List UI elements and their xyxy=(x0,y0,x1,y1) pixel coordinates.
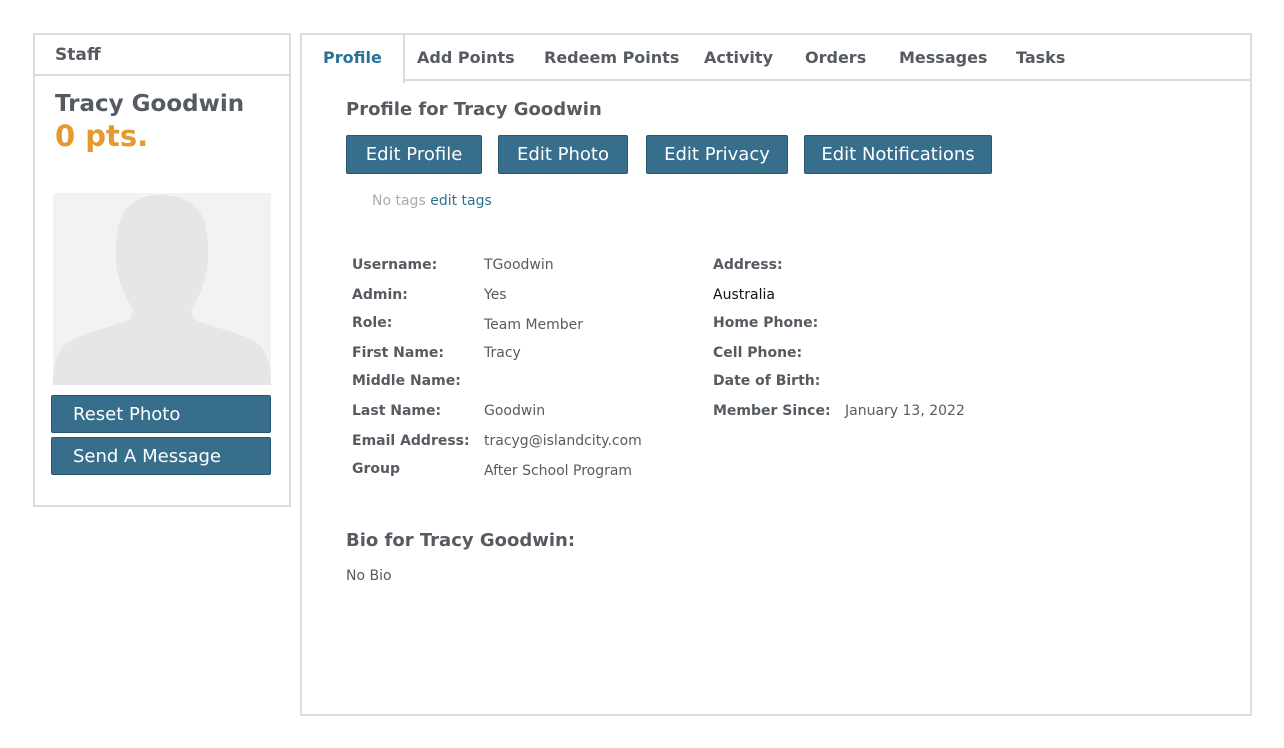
field-label-email: Email Address: xyxy=(352,433,470,449)
field-value-admin: Yes xyxy=(484,287,507,303)
field-value-email: tracyg@islandcity.com xyxy=(484,433,642,449)
field-label-first-name: First Name: xyxy=(352,345,445,361)
field-label-last-name: Last Name: xyxy=(352,403,442,419)
field-label-address: Address: xyxy=(713,257,783,273)
tab-add-points[interactable]: Add Points xyxy=(417,35,515,81)
field-label-home-phone: Home Phone: xyxy=(713,315,819,331)
field-value-username: TGoodwin xyxy=(484,257,554,273)
field-value-first-name: Tracy xyxy=(484,345,521,361)
field-label-middle-name: Middle Name: xyxy=(352,373,461,389)
staff-points: 0 pts. xyxy=(55,119,149,153)
tab-tasks[interactable]: Tasks xyxy=(1016,35,1065,81)
tags-empty-text: No tags xyxy=(372,193,426,209)
bio-title: Bio for Tracy Goodwin: xyxy=(346,530,576,551)
tags-line: No tags edit tags xyxy=(372,193,492,209)
tab-redeem-points[interactable]: Redeem Points xyxy=(544,35,679,81)
edit-profile-button[interactable]: Edit Profile xyxy=(346,135,482,174)
send-message-button[interactable]: Send A Message xyxy=(51,437,271,475)
staff-header: Staff xyxy=(35,35,289,76)
field-label-admin: Admin: xyxy=(352,287,408,303)
field-value-address: Australia xyxy=(713,287,775,303)
field-label-group: Group xyxy=(352,461,401,477)
tab-profile[interactable]: Profile xyxy=(302,35,405,83)
reset-photo-button[interactable]: Reset Photo xyxy=(51,395,271,433)
field-value-last-name: Goodwin xyxy=(484,403,546,419)
tab-activity[interactable]: Activity xyxy=(704,35,773,81)
field-value-member-since: January 13, 2022 xyxy=(845,403,965,419)
tab-bar: Profile Add Points Redeem Points Activit… xyxy=(302,35,1250,83)
staff-panel: Staff Tracy Goodwin 0 pts. Reset Photo S… xyxy=(33,33,291,507)
edit-privacy-button[interactable]: Edit Privacy xyxy=(646,135,788,174)
edit-notifications-button[interactable]: Edit Notifications xyxy=(804,135,992,174)
avatar-silhouette-icon xyxy=(53,193,271,385)
avatar xyxy=(53,193,271,385)
field-label-member-since: Member Since: xyxy=(713,403,831,419)
field-label-username: Username: xyxy=(352,257,438,273)
edit-tags-link[interactable]: edit tags xyxy=(430,193,492,209)
field-label-date-of-birth: Date of Birth: xyxy=(713,373,821,389)
bio-text: No Bio xyxy=(346,568,392,584)
tab-orders[interactable]: Orders xyxy=(805,35,866,81)
field-label-cell-phone: Cell Phone: xyxy=(713,345,803,361)
tab-messages[interactable]: Messages xyxy=(899,35,987,81)
edit-photo-button[interactable]: Edit Photo xyxy=(498,135,628,174)
field-value-group: After School Program xyxy=(484,463,633,479)
main-panel: Profile Add Points Redeem Points Activit… xyxy=(300,33,1252,716)
field-value-role: Team Member xyxy=(484,317,584,333)
field-label-role: Role: xyxy=(352,315,393,331)
staff-name: Tracy Goodwin xyxy=(55,91,245,117)
page-title: Profile for Tracy Goodwin xyxy=(346,99,602,120)
